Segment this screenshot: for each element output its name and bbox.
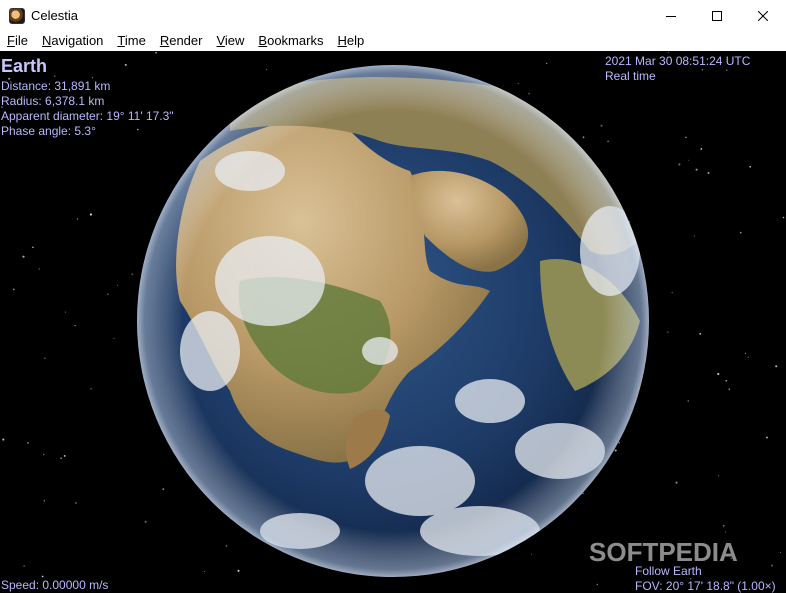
fov-readout: FOV: 20° 17' 18.8" (1.00×) xyxy=(635,579,776,593)
radius-readout: Radius: 6,378.1 km xyxy=(1,94,105,108)
menu-view[interactable]: View xyxy=(209,31,251,51)
menu-view-accel: V xyxy=(216,33,225,48)
apparent-diameter-readout: Apparent diameter: 19° 11' 17.3" xyxy=(1,109,174,123)
celestia-window: Celestia File Navigation Time Render Vie… xyxy=(0,0,786,593)
menu-time[interactable]: Time xyxy=(110,31,152,51)
menu-render-rest: ender xyxy=(169,33,203,48)
target-info: Distance: 31,891 km Radius: 6,378.1 km A… xyxy=(1,79,174,139)
close-button[interactable] xyxy=(740,0,786,31)
window-controls xyxy=(648,0,786,31)
render-viewport[interactable]: Earth Distance: 31,891 km Radius: 6,378.… xyxy=(0,51,786,593)
follow-readout: Follow Earth xyxy=(635,564,702,578)
menu-bookmarks[interactable]: Bookmarks xyxy=(251,31,330,51)
distance-readout: Distance: 31,891 km xyxy=(1,79,111,93)
menu-help-accel: H xyxy=(337,33,347,48)
menu-time-accel: T xyxy=(117,33,125,48)
menu-bookmarks-accel: B xyxy=(258,33,268,48)
menu-navigation[interactable]: Navigation xyxy=(35,31,110,51)
menu-navigation-rest: avigation xyxy=(51,33,104,48)
celestia-app-icon[interactable] xyxy=(9,7,25,24)
atmosphere-limb xyxy=(137,65,649,577)
datetime-readout: 2021 Mar 30 08:51:24 UTC xyxy=(605,54,751,68)
menu-bar: File Navigation Time Render View Bookmar… xyxy=(0,31,786,52)
camera-info: Follow Earth FOV: 20° 17' 18.8" (1.00×) xyxy=(635,564,776,593)
maximize-icon xyxy=(712,10,722,21)
menu-help-rest: elp xyxy=(346,33,365,48)
phase-angle-readout: Phase angle: 5.3° xyxy=(1,124,96,138)
menu-help[interactable]: Help xyxy=(330,31,371,51)
speed-readout: Speed: 0.00000 m/s xyxy=(1,578,109,592)
menu-view-rest: iew xyxy=(224,33,245,48)
minimize-icon xyxy=(666,15,676,17)
menu-file[interactable]: File xyxy=(0,31,35,51)
menu-file-accel: F xyxy=(7,33,15,48)
menu-bookmarks-rest: ookmarks xyxy=(267,33,324,48)
menu-render[interactable]: Render xyxy=(153,31,210,51)
window-title: Celestia xyxy=(31,8,78,23)
time-info: 2021 Mar 30 08:51:24 UTC Real time xyxy=(605,54,750,84)
menu-time-rest: ime xyxy=(124,33,146,48)
close-icon xyxy=(758,10,768,21)
minimize-button[interactable] xyxy=(648,0,694,31)
maximize-button[interactable] xyxy=(694,0,740,31)
time-mode-readout: Real time xyxy=(605,69,656,83)
menu-file-rest: ile xyxy=(14,33,28,48)
menu-render-accel: R xyxy=(159,33,170,48)
target-name: Earth xyxy=(1,56,48,76)
menu-navigation-accel: N xyxy=(41,33,52,48)
title-bar[interactable]: Celestia xyxy=(0,0,786,31)
